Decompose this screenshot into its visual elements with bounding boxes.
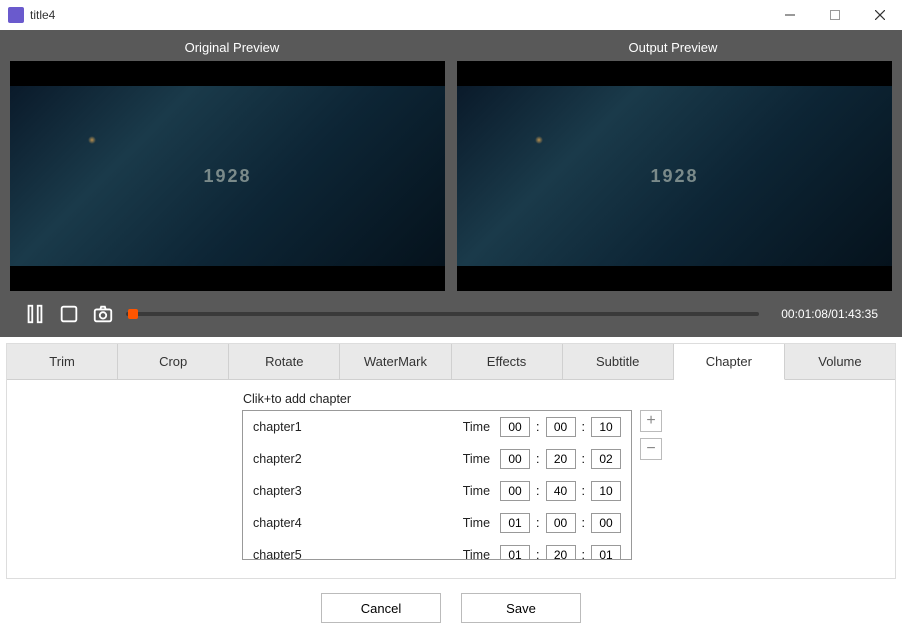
chapter-hour-input[interactable] xyxy=(500,513,530,533)
time-label: Time xyxy=(463,516,490,530)
chapter-row[interactable]: chapter4 Time:: xyxy=(243,507,631,539)
time-separator: : xyxy=(536,516,539,530)
tab-watermark[interactable]: WaterMark xyxy=(340,344,451,380)
time-separator: : xyxy=(582,484,585,498)
time-separator: : xyxy=(536,484,539,498)
time-separator: : xyxy=(582,548,585,560)
pause-icon xyxy=(24,303,46,325)
snapshot-button[interactable] xyxy=(92,303,114,325)
footer-buttons: Cancel Save xyxy=(0,585,902,635)
chapter-hour-input[interactable] xyxy=(500,417,530,437)
original-preview-label: Original Preview xyxy=(185,40,280,55)
chapter-minute-input[interactable] xyxy=(546,449,576,469)
save-button[interactable]: Save xyxy=(461,593,581,623)
playback-bar: 00:01:08/01:43:35 xyxy=(10,291,892,337)
chapter-name: chapter5 xyxy=(253,548,457,560)
timeline-track[interactable] xyxy=(126,312,759,316)
cancel-button[interactable]: Cancel xyxy=(321,593,441,623)
chapter-hour-input[interactable] xyxy=(500,545,530,560)
chapter-row[interactable]: chapter3 Time:: xyxy=(243,475,631,507)
time-label: Time xyxy=(463,548,490,560)
chapter-name: chapter4 xyxy=(253,516,457,530)
remove-chapter-button[interactable]: − xyxy=(640,438,662,460)
chapter-minute-input[interactable] xyxy=(546,513,576,533)
plus-icon: + xyxy=(646,413,655,429)
time-label: Time xyxy=(463,484,490,498)
chapter-hour-input[interactable] xyxy=(500,449,530,469)
chapter-name: chapter1 xyxy=(253,420,457,434)
chapter-minute-input[interactable] xyxy=(546,545,576,560)
titlebar-left: title4 xyxy=(8,7,55,23)
stop-button[interactable] xyxy=(58,303,80,325)
chapter-row[interactable]: chapter5 Time:: xyxy=(243,539,631,560)
video-overlay-text: 1928 xyxy=(650,166,698,187)
chapter-name: chapter3 xyxy=(253,484,457,498)
add-chapter-button[interactable]: + xyxy=(640,410,662,432)
tab-rotate[interactable]: Rotate xyxy=(229,344,340,380)
minimize-button[interactable] xyxy=(767,0,812,30)
time-separator: : xyxy=(582,452,585,466)
maximize-icon xyxy=(830,10,840,20)
original-preview: 1928 xyxy=(10,61,445,291)
output-preview-label: Output Preview xyxy=(629,40,718,55)
pause-button[interactable] xyxy=(24,303,46,325)
tab-crop[interactable]: Crop xyxy=(118,344,229,380)
camera-icon xyxy=(92,303,114,325)
app-icon xyxy=(8,7,24,23)
chapter-name: chapter2 xyxy=(253,452,457,466)
timeline-thumb[interactable] xyxy=(128,309,138,319)
tab-chapter[interactable]: Chapter xyxy=(674,344,785,380)
video-frame-output: 1928 xyxy=(457,86,892,266)
title-bar: title4 xyxy=(0,0,902,30)
time-separator: : xyxy=(582,516,585,530)
chapter-wrap: chapter1Time::chapter2Time::chapter3Time… xyxy=(242,410,885,560)
time-separator: : xyxy=(536,452,539,466)
chapter-second-input[interactable] xyxy=(591,513,621,533)
tab-strip: Trim Crop Rotate WaterMark Effects Subti… xyxy=(7,344,895,380)
tab-volume[interactable]: Volume xyxy=(785,344,895,380)
time-label: Time xyxy=(463,452,490,466)
chapter-row[interactable]: chapter2 Time:: xyxy=(243,443,631,475)
chapter-list[interactable]: chapter1Time::chapter2Time::chapter3Time… xyxy=(242,410,632,560)
window-controls xyxy=(767,0,902,30)
video-frame-original: 1928 xyxy=(10,86,445,266)
time-separator: : xyxy=(536,420,539,434)
video-overlay-text: 1928 xyxy=(203,166,251,187)
chapter-panel: Clik+to add chapter chapter1Time::chapte… xyxy=(7,380,895,578)
preview-row: 1928 1928 xyxy=(10,61,892,291)
minimize-icon xyxy=(785,10,795,20)
tab-subtitle[interactable]: Subtitle xyxy=(563,344,674,380)
window-title: title4 xyxy=(30,8,55,22)
chapter-second-input[interactable] xyxy=(591,449,621,469)
chapter-row[interactable]: chapter1 Time:: xyxy=(243,411,631,443)
stop-icon xyxy=(58,303,80,325)
chapter-second-input[interactable] xyxy=(591,481,621,501)
chapter-buttons: + − xyxy=(640,410,662,460)
tab-trim[interactable]: Trim xyxy=(7,344,118,380)
close-button[interactable] xyxy=(857,0,902,30)
preview-labels: Original Preview Output Preview xyxy=(10,40,892,61)
add-chapter-label: Clik+to add chapter xyxy=(243,392,885,406)
tabs-container: Trim Crop Rotate WaterMark Effects Subti… xyxy=(6,343,896,579)
timecode-display: 00:01:08/01:43:35 xyxy=(771,307,878,321)
close-icon xyxy=(875,10,885,20)
tab-effects[interactable]: Effects xyxy=(452,344,563,380)
chapter-hour-input[interactable] xyxy=(500,481,530,501)
output-preview: 1928 xyxy=(457,61,892,291)
chapter-minute-input[interactable] xyxy=(546,481,576,501)
time-label: Time xyxy=(463,420,490,434)
chapter-second-input[interactable] xyxy=(591,417,621,437)
chapter-second-input[interactable] xyxy=(591,545,621,560)
chapter-minute-input[interactable] xyxy=(546,417,576,437)
preview-area: Original Preview Output Preview 1928 192… xyxy=(0,30,902,337)
minus-icon: − xyxy=(646,441,655,457)
time-separator: : xyxy=(536,548,539,560)
time-separator: : xyxy=(582,420,585,434)
maximize-button[interactable] xyxy=(812,0,857,30)
